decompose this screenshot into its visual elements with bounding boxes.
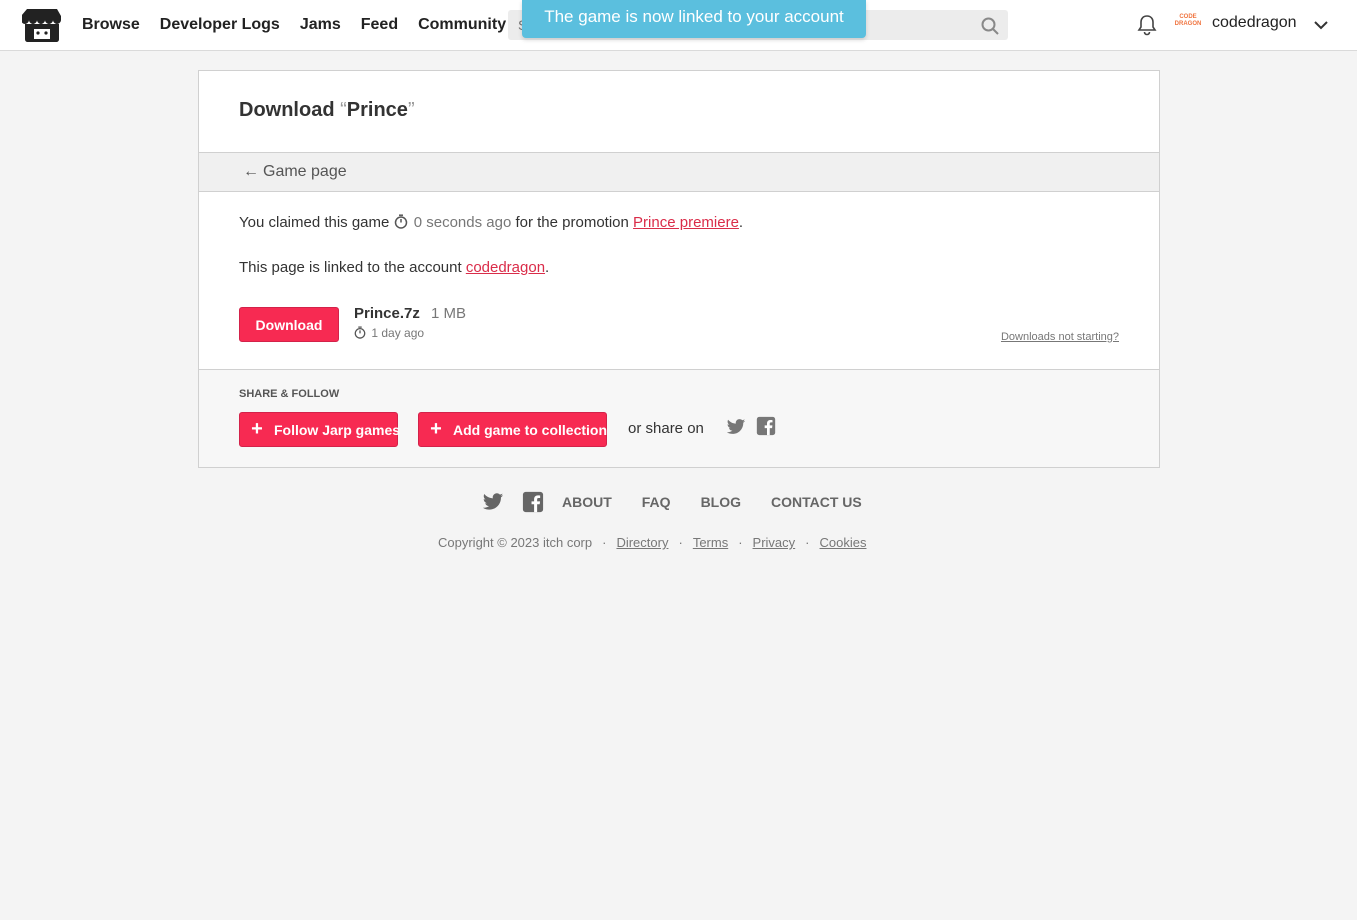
claim-time: 0 seconds ago (413, 214, 512, 231)
footer-terms[interactable]: Terms (693, 535, 728, 550)
bell-icon[interactable] (1137, 14, 1157, 36)
footer-about[interactable]: ABOUT (562, 494, 612, 510)
separator: · (678, 535, 683, 550)
share-follow-section: SHARE & FOLLOW + Follow Jarp games + Add g… (199, 369, 1159, 467)
footer-links: ABOUT FAQ BLOG CONTACT US (482, 490, 892, 514)
title-open-quote: “ (340, 99, 347, 121)
username[interactable]: codedragon (1212, 14, 1297, 32)
nav-community[interactable]: Community (418, 16, 506, 34)
claim-prefix: You claimed this game (239, 214, 390, 231)
claim-text: You claimed this game 0 seconds ago for … (239, 214, 743, 231)
nav-developer-logs[interactable]: Developer Logs (160, 16, 280, 34)
copyright-row: Copyright © 2023 itch corp · Directory · Ter… (438, 535, 866, 550)
copyright: Copyright © 2023 itch corp (438, 535, 593, 550)
game-name: Prince (346, 99, 408, 121)
search-icon[interactable] (980, 16, 1000, 36)
chevron-down-icon[interactable] (1312, 16, 1330, 34)
page-title: Download “Prince” (239, 99, 415, 122)
nav-feed[interactable]: Feed (361, 16, 398, 34)
stopwatch-icon (394, 214, 407, 229)
footer-cookies[interactable]: Cookies (820, 535, 867, 550)
promotion-link[interactable]: Prince premiere (633, 214, 739, 231)
stopwatch-icon (354, 326, 366, 339)
plus-icon: + (430, 418, 442, 440)
facebook-icon[interactable] (522, 491, 544, 513)
follow-label: Follow Jarp games (274, 421, 401, 438)
file-size: 1 MB (431, 305, 467, 322)
linked-prefix: This page is linked to the account (239, 259, 462, 276)
nav-browse[interactable]: Browse (82, 16, 140, 34)
footer-contact[interactable]: CONTACT US (771, 494, 862, 510)
linked-text: This page is linked to the account coded… (239, 259, 549, 276)
game-page-label: Game page (263, 163, 347, 180)
share-title: SHARE & FOLLOW (239, 388, 340, 400)
add-to-collection-button[interactable]: + Add game to collection (418, 412, 607, 447)
linked-period: . (545, 259, 550, 276)
footer-directory[interactable]: Directory (616, 535, 668, 550)
arrow-left-icon: ← (243, 163, 259, 180)
plus-icon: + (251, 418, 263, 440)
title-close-quote: ” (407, 99, 415, 121)
account-link[interactable]: codedragon (466, 259, 545, 276)
footer-privacy[interactable]: Privacy (753, 535, 796, 550)
separator: · (738, 535, 743, 550)
claim-middle: for the promotion (515, 214, 629, 231)
file-name: Prince.7z (354, 305, 420, 322)
download-card: Download “Prince” ← Game page You claimed… (198, 70, 1160, 468)
downloads-not-starting-link[interactable]: Downloads not starting? (1001, 331, 1119, 343)
avatar[interactable]: CODE DRAGON (1174, 14, 1202, 34)
separator: · (805, 535, 810, 550)
game-page-link[interactable]: ← Game page (243, 163, 347, 181)
footer-blog[interactable]: BLOG (701, 494, 741, 510)
file-date-value: 1 day ago (371, 326, 425, 340)
main-nav: Browse Developer Logs Jams Feed Communit… (82, 0, 526, 50)
follow-button[interactable]: + Follow Jarp games (239, 412, 401, 447)
claim-period: . (738, 214, 744, 231)
notification-toast: The game is now linked to your account (522, 0, 866, 38)
facebook-icon[interactable] (756, 416, 776, 436)
title-prefix: Download (239, 99, 335, 121)
file-date: 1 day ago (354, 326, 424, 340)
collection-label: Add game to collection (453, 421, 608, 438)
download-button[interactable]: Download (239, 307, 339, 342)
nav-jams[interactable]: Jams (300, 16, 341, 34)
sub-nav: ← Game page (199, 152, 1159, 192)
footer-faq[interactable]: FAQ (642, 494, 671, 510)
twitter-icon[interactable] (482, 491, 504, 513)
itch-logo-icon[interactable] (22, 7, 62, 43)
separator: · (602, 535, 607, 550)
twitter-icon[interactable] (726, 417, 746, 437)
share-text: or share on (628, 420, 704, 437)
